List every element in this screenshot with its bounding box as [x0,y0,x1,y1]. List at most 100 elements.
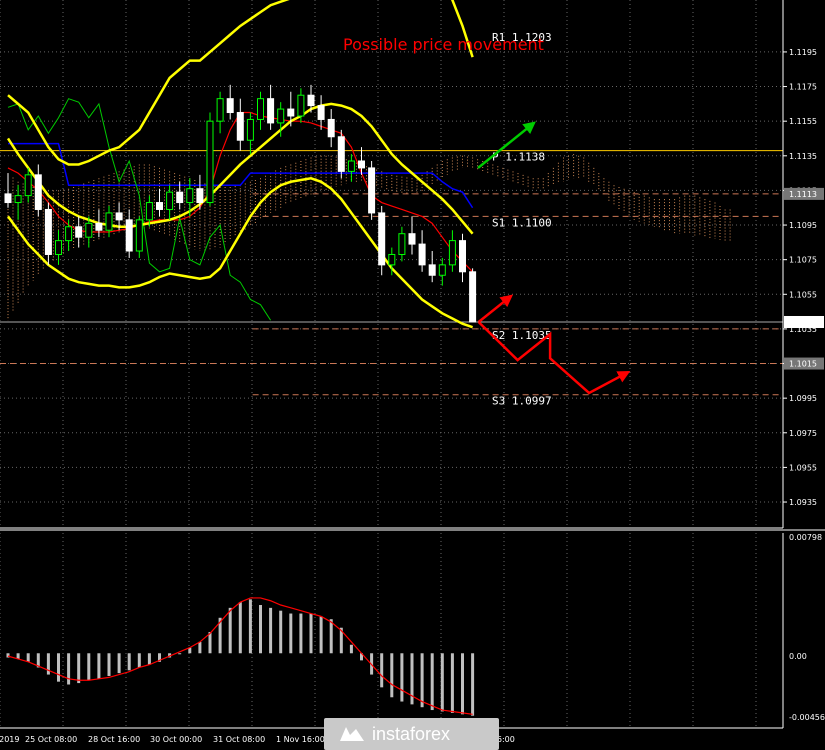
x-tick-label: 25 Oct 08:00 [25,735,77,744]
instaforex-logo: instaforex [324,718,499,750]
candle-body [206,120,214,204]
candle-body [307,94,315,107]
macd-bar [390,653,394,698]
macd-bar [269,607,273,654]
candle-body [267,98,275,124]
macd-bar [57,653,60,682]
macd-tick-label: 0.00798 [789,533,822,542]
chart-title: Possible price movement [343,35,544,54]
candle-body [277,108,285,124]
macd-bar [299,613,303,654]
macd-bar [97,653,101,679]
y-tick-label: 1.1055 [789,290,817,299]
macd-bar [461,653,464,715]
candle-body [226,98,234,114]
price-tag-label: 1.1113 [789,190,817,199]
macd-bar [471,653,475,716]
candle-body [459,240,466,273]
candle-body [115,212,123,221]
macd-tick-label: -0.00456 [789,713,825,722]
x-tick-label: 31 Oct 08:00 [213,735,265,744]
candle-body [135,219,143,252]
candle-body [65,226,73,242]
candle-body [55,240,62,255]
macd-bar [67,653,71,685]
logo-text: instaforex [372,723,451,744]
candle-body [347,160,355,172]
price-tag-label: 1.1015 [789,360,817,369]
level-label-s3: S3 1.0997 [492,395,552,408]
candle-body [408,233,416,245]
candle-body [368,167,376,214]
candle-body [14,195,22,204]
macd-bar [248,599,252,654]
chart-background [0,0,825,750]
y-tick-label: 1.0935 [789,498,817,507]
macd-bar [228,607,232,654]
candle-body [105,212,113,231]
candle-body [236,112,244,141]
x-tick-label: 30 Oct 00:00 [150,735,202,744]
candle-body [398,233,406,255]
candle-body [448,240,456,266]
macd-bar [430,653,434,711]
candle-body [145,202,153,221]
macd-bar [147,653,151,665]
y-tick-label: 1.1175 [789,83,817,92]
y-tick-label: 1.0975 [789,429,817,438]
macd-bar [289,613,293,654]
x-tick-label: 22 Oct 2019 [0,735,19,744]
candle-body [75,226,83,238]
macd-bar [279,610,283,654]
candle-body [297,94,305,117]
candle-body [287,108,295,117]
candle-body [95,222,103,231]
macd-bar [238,602,242,654]
candle-body [216,98,224,122]
y-tick-label: 1.1135 [789,152,817,161]
macd-bar [127,653,131,671]
price-chart: R1 1.1203P 1.1138S1 1.1100S2 1.1035S3 1.… [0,0,825,750]
macd-bar [380,653,384,688]
level-label-s1: S1 1.1100 [492,216,552,229]
macd-bar [26,653,30,662]
y-tick-label: 1.1195 [789,48,817,57]
macd-bar [117,653,121,674]
macd-bar [77,653,81,684]
price-tag-label: 1.1039 [789,318,817,327]
y-tick-label: 1.1155 [789,117,817,126]
candle-body [166,191,174,210]
candle-body [85,222,93,238]
macd-bar [400,653,404,702]
candle-body [176,191,184,204]
macd-bar [178,653,182,655]
x-tick-label: 1 Nov 16:00 [276,735,325,744]
macd-bar [208,631,212,654]
macd-bar [87,653,91,681]
candle-body [358,160,365,169]
candle-body [378,212,386,266]
macd-tick-label: 0.00 [789,652,807,661]
candle-body [469,271,477,323]
candle-body [24,174,32,197]
macd-bar [349,644,353,654]
x-tick-label: 28 Oct 16:00 [88,735,140,744]
macd-bar [329,619,333,654]
macd-bar [259,605,262,654]
candle-body [317,105,325,120]
candle-body [186,188,194,204]
macd-bar [309,613,313,654]
y-tick-label: 1.0955 [789,463,817,472]
y-tick-label: 1.1075 [789,256,817,265]
candle-body [44,208,52,255]
candle-body [125,219,133,252]
y-tick-label: 1.0995 [789,394,817,403]
level-label-p: P 1.1138 [492,151,545,164]
candle-body [196,188,204,204]
candle-body [246,118,254,141]
candle-body [388,253,396,266]
macd-bar [319,616,323,654]
logo-emblem-icon [340,727,364,741]
candle-body [257,98,264,120]
macd-bar [198,641,202,654]
